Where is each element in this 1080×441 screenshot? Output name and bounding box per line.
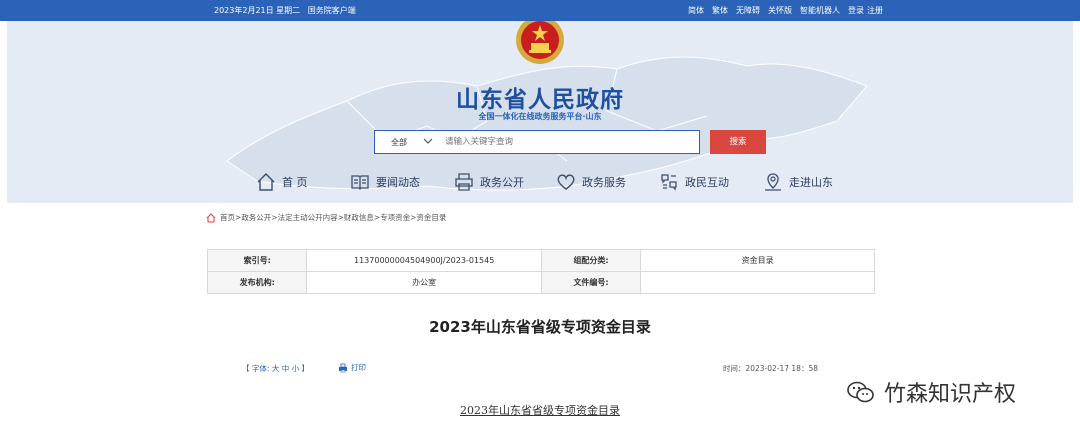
font-size-close: 】: [301, 364, 309, 373]
chevron-down-icon[interactable]: [423, 136, 433, 146]
nav-item-label: 政务服务: [582, 176, 626, 189]
search-scope-select[interactable]: 全部: [391, 137, 407, 148]
date-text: 2023年2月21日 星期二 国务院客户端: [214, 5, 356, 16]
table-row: 发布机构: 办公室 文件编号:: [206, 271, 875, 294]
breadcrumb: 首页>政务公开>法定主动公开内容>财政信息>专项资金>资金目录: [206, 212, 446, 223]
care-mode-link[interactable]: 关怀版: [768, 5, 792, 16]
index-label: 索引号:: [206, 249, 308, 272]
current-date: 2023年2月21日 星期二: [214, 6, 301, 15]
site-title: 山东省人民政府: [456, 87, 624, 113]
nav-item-shandong[interactable]: 走进山东: [763, 171, 833, 193]
nav-item-label: 要闻动态: [376, 176, 420, 189]
search-input[interactable]: [445, 134, 685, 150]
breadcrumb-path[interactable]: 首页>政务公开>法定主动公开内容>财政信息>专项资金>资金目录: [220, 212, 446, 223]
search-bar: 全部: [374, 130, 700, 154]
font-large-button[interactable]: 大: [272, 364, 280, 373]
top-links: 简体 繁体 无障碍 关怀版 智能机器人 登录 注册: [688, 5, 883, 16]
index-value: 11370000004504900J/2023-01545: [306, 249, 542, 272]
nav-item-label: 走进山东: [789, 176, 833, 189]
home-icon[interactable]: [206, 212, 216, 223]
table-row: 索引号: 11370000004504900J/2023-01545 组配分类:…: [206, 249, 875, 272]
nav-item-label: 政民互动: [685, 176, 729, 189]
register-link[interactable]: 注册: [867, 5, 883, 16]
document-meta-table: 索引号: 11370000004504900J/2023-01545 组配分类:…: [206, 249, 875, 294]
nav-item-home[interactable]: 首 页: [256, 171, 308, 193]
font-medium-button[interactable]: 中: [282, 364, 290, 373]
printer-icon: [455, 173, 473, 191]
home-icon: [257, 173, 275, 191]
nav-item-label: 首 页: [282, 176, 308, 189]
interaction-icon: [661, 174, 677, 191]
search-button[interactable]: 搜索: [710, 130, 766, 154]
nav-item-gov-affairs[interactable]: 政务公开: [454, 171, 524, 193]
simplified-link[interactable]: 简体: [688, 5, 704, 16]
site-subtitle: 全国一体化在线政务服务平台·山东: [478, 112, 602, 121]
top-bar: 2023年2月21日 星期二 国务院客户端 简体 繁体 无障碍 关怀版 智能机器…: [0, 0, 1080, 21]
article-subtitle: 2023年山东省省级专项资金目录: [460, 404, 620, 417]
book-icon: [351, 175, 369, 190]
nav-item-news[interactable]: 要闻动态: [350, 171, 420, 193]
category-value: 资金目录: [640, 249, 875, 272]
nav-item-label: 政务公开: [480, 176, 524, 189]
font-size-controls: 【 字体: 大 中 小 】: [242, 363, 309, 374]
national-emblem-icon: [516, 21, 564, 64]
accessibility-link[interactable]: 无障碍: [736, 5, 760, 16]
docno-value: [640, 271, 875, 294]
state-council-client-link[interactable]: 国务院客户端: [308, 6, 356, 15]
heart-icon: [557, 174, 575, 190]
font-small-button[interactable]: 小: [292, 364, 300, 373]
docno-label: 文件编号:: [540, 271, 642, 294]
category-label: 组配分类:: [540, 249, 642, 272]
print-button[interactable]: 打印: [338, 362, 366, 373]
article-title: 2023年山东省省级专项资金目录: [429, 318, 651, 336]
robot-link[interactable]: 智能机器人: [800, 5, 840, 16]
nav-item-interaction[interactable]: 政民互动: [659, 171, 729, 193]
publisher-value: 办公室: [306, 271, 542, 294]
publisher-label: 发布机构:: [206, 271, 308, 294]
printer-icon: [339, 363, 347, 372]
login-link[interactable]: 登录: [848, 5, 864, 16]
publish-time: 时间：2023-02-17 18：58: [722, 364, 818, 373]
font-size-label: 【 字体:: [242, 364, 270, 373]
print-label: 打印: [351, 363, 366, 372]
nav-item-gov-services[interactable]: 政务服务: [556, 171, 626, 193]
traditional-link[interactable]: 繁体: [712, 5, 728, 16]
location-icon: [765, 173, 781, 191]
